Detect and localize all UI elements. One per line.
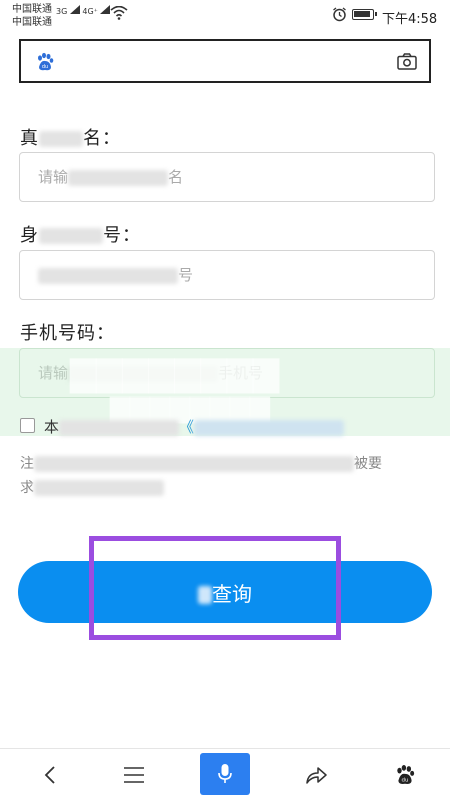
note-text: 注被要 求 [20, 456, 382, 496]
menu-icon [124, 767, 144, 783]
share-icon [306, 767, 327, 784]
query-button-label: 查询 [212, 581, 252, 606]
menu-button[interactable] [114, 749, 154, 801]
baidu-paw-icon: du [38, 52, 54, 71]
carrier-2: 中国联通 [12, 17, 52, 28]
name-input[interactable]: 请输名 [19, 152, 435, 202]
name-label: 真名： [20, 128, 121, 149]
blurred-text [194, 419, 345, 436]
signal-icon [69, 5, 80, 14]
wifi-icon [110, 6, 128, 20]
search-bar[interactable]: du [19, 39, 431, 83]
blurred-text [68, 169, 169, 186]
phone-label: 手机号码： [20, 323, 115, 344]
blurred-text [198, 586, 212, 604]
id-label: 身号： [20, 225, 141, 246]
agreement-link[interactable]: 《 [179, 418, 194, 436]
svg-text:du: du [402, 778, 409, 784]
blurred-text [59, 419, 180, 436]
voice-search-button[interactable] [200, 753, 250, 795]
home-button[interactable]: du [390, 749, 420, 801]
agree-text: 本《 [44, 416, 345, 437]
status-bar: 中国联通 中国联通 3G 4G⁺ 下午4:58 [0, 0, 450, 34]
network-2-label: 4G⁺ [82, 7, 98, 16]
signal-icon [100, 5, 111, 14]
svg-text:du: du [42, 64, 48, 70]
blurred-text [34, 480, 164, 496]
camera-icon[interactable] [397, 53, 417, 70]
network-1-label: 3G [56, 7, 68, 16]
microphone-icon [218, 764, 232, 783]
blurred-text [38, 267, 178, 284]
alarm-icon [333, 7, 346, 22]
agree-checkbox[interactable] [20, 418, 35, 433]
blurred-text [39, 228, 103, 244]
blurred-text [34, 456, 354, 472]
share-button[interactable] [296, 749, 336, 801]
query-button[interactable]: 查询 [18, 561, 432, 623]
blurred-text [39, 131, 83, 147]
battery-icon [352, 9, 377, 20]
blurred-text [68, 365, 219, 382]
back-button[interactable] [30, 749, 70, 801]
clock: 下午4:58 [382, 12, 438, 27]
carrier-1: 中国联通 [12, 4, 52, 15]
carrier-labels: 中国联通 中国联通 [12, 3, 52, 29]
phone-input[interactable]: 请输 手机号 [19, 348, 435, 398]
network-indicators: 3G 4G⁺ [56, 5, 111, 16]
baidu-paw-icon: du [397, 764, 415, 785]
id-input[interactable]: 号 [19, 250, 435, 300]
chevron-left-icon [44, 766, 55, 784]
